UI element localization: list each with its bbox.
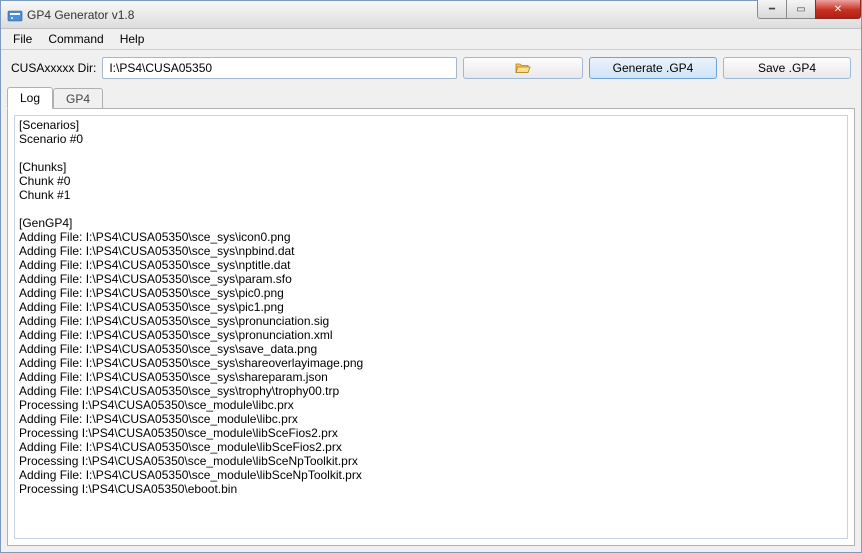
window-title: GP4 Generator v1.8 (27, 8, 134, 22)
log-output[interactable]: [Scenarios] Scenario #0 [Chunks] Chunk #… (14, 115, 848, 539)
browse-button[interactable] (463, 57, 583, 79)
folder-open-icon (515, 61, 531, 75)
maximize-button[interactable]: ▭ (786, 0, 816, 19)
tab-log[interactable]: Log (7, 87, 53, 109)
close-button[interactable]: ✕ (815, 0, 861, 19)
menu-command[interactable]: Command (40, 30, 111, 48)
save-button[interactable]: Save .GP4 (723, 57, 851, 79)
tab-strip: Log GP4 (7, 86, 855, 108)
tab-gp4[interactable]: GP4 (53, 88, 103, 109)
window-controls: ━ ▭ ✕ (758, 0, 861, 19)
app-icon (7, 7, 23, 23)
generate-button[interactable]: Generate .GP4 (589, 57, 717, 79)
menubar: File Command Help (1, 29, 861, 50)
toolbar: CUSAxxxxx Dir: Generate .GP4 Save .GP4 (1, 50, 861, 86)
minimize-button[interactable]: ━ (757, 0, 787, 19)
tab-container: Log GP4 [Scenarios] Scenario #0 [Chunks]… (1, 86, 861, 552)
tab-panel-log: [Scenarios] Scenario #0 [Chunks] Chunk #… (7, 108, 855, 546)
menu-file[interactable]: File (5, 30, 40, 48)
dir-input[interactable] (102, 57, 457, 79)
dir-label: CUSAxxxxx Dir: (11, 61, 96, 75)
menu-help[interactable]: Help (112, 30, 153, 48)
titlebar[interactable]: GP4 Generator v1.8 ━ ▭ ✕ (1, 1, 861, 29)
main-window: GP4 Generator v1.8 ━ ▭ ✕ File Command He… (0, 0, 862, 553)
